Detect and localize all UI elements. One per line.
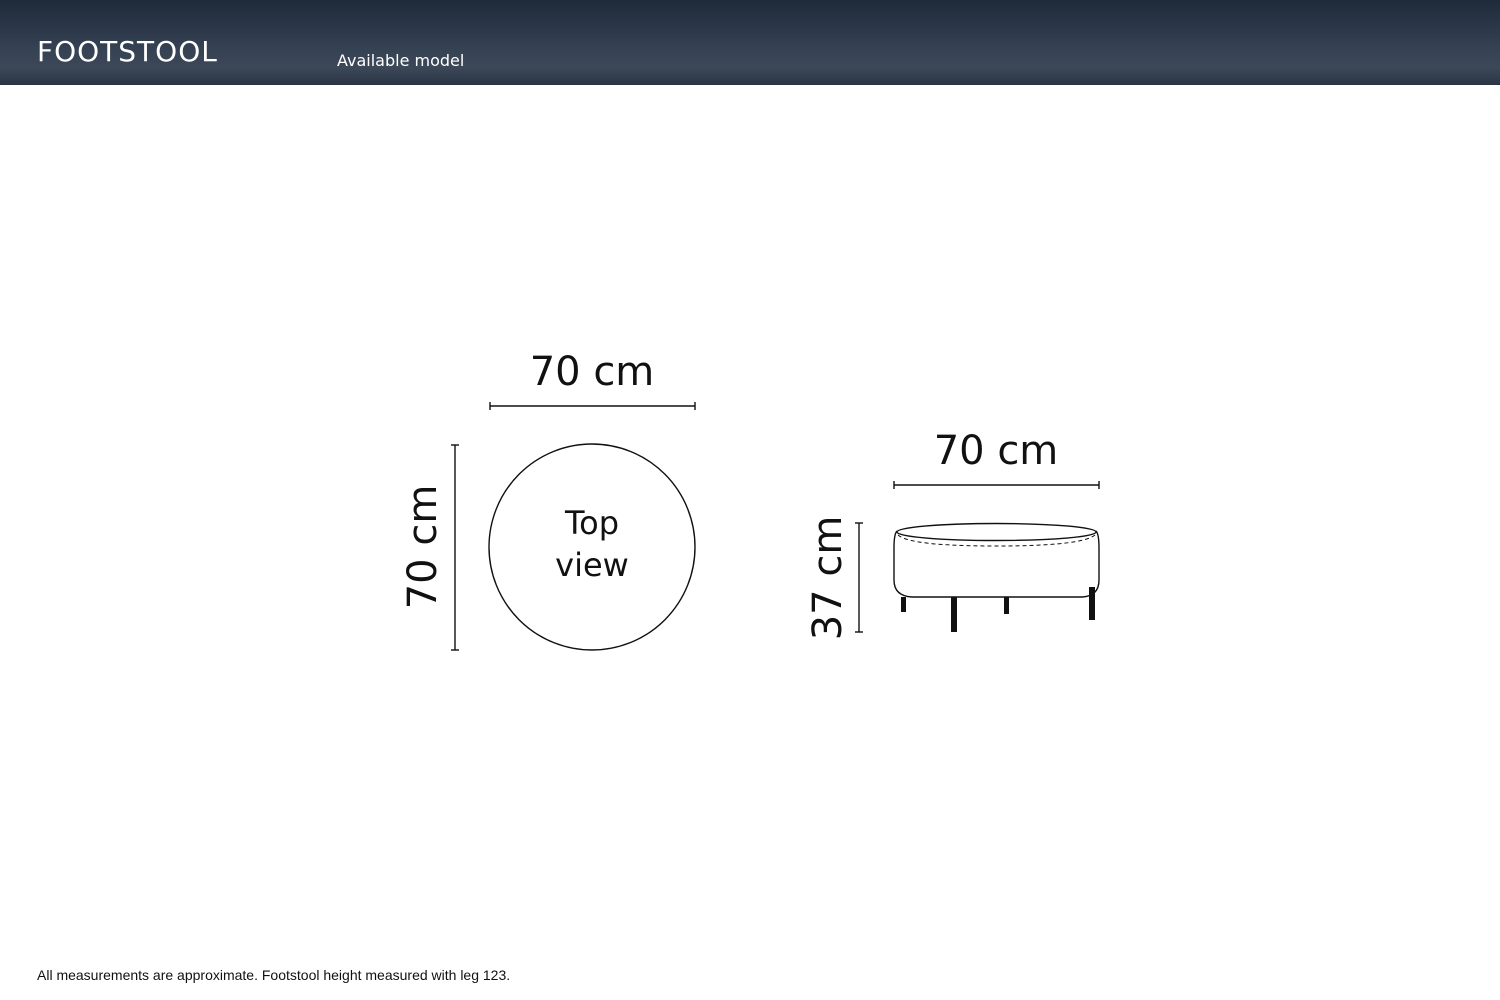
top-view-width-dimension-line (489, 402, 696, 410)
side-view-height-dimension-line (855, 522, 863, 633)
side-view-width-dimension-line (893, 481, 1100, 489)
spec-sheet: FOOTSTOOL Available model 70 cm 70 cm To… (0, 0, 1500, 1000)
leg-front-center (951, 597, 957, 632)
footstool-cushion-top (896, 522, 1097, 542)
side-view: 70 cm 37 cm (805, 428, 1100, 641)
top-view-caption-line2: view (555, 546, 629, 584)
top-view: 70 cm 70 cm Top view (400, 349, 696, 651)
dimension-drawing: 70 cm 70 cm Top view 70 cm 37 cm (400, 349, 1100, 651)
top-view-width-label: 70 cm (530, 349, 655, 395)
side-view-height-label: 37 cm (805, 516, 851, 641)
leg-front-left (901, 597, 906, 612)
top-view-depth-label: 70 cm (400, 485, 446, 610)
leg-back-center (1004, 597, 1009, 614)
leg-front-right (1089, 587, 1095, 620)
top-view-caption-line1: Top (564, 504, 619, 542)
footstool-legs (901, 587, 1095, 632)
side-view-width-label: 70 cm (934, 428, 1059, 474)
footer-note: All measurements are approximate. Footst… (37, 967, 511, 983)
top-view-depth-dimension-line (451, 444, 459, 651)
